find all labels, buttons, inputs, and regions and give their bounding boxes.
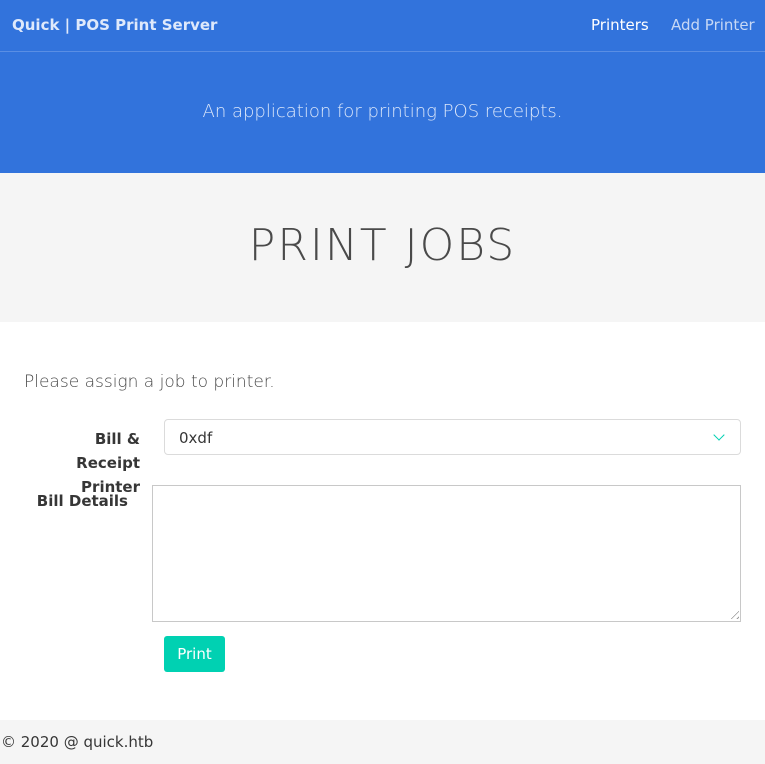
page-title: PRINT JOBS [248,220,517,271]
printer-select-value: 0xdf [179,429,213,447]
top-navbar: Quick | POS Print Server Printers Add Pr… [0,0,765,52]
chevron-down-icon [713,429,725,441]
footer-copyright: © 2020 @ quick.htb [1,733,154,751]
form-intro-text: Please assign a job to printer. [24,372,275,392]
title-band: PRINT JOBS [0,173,765,322]
hero-banner: An application for printing POS receipts… [0,52,765,173]
brand-title[interactable]: Quick | POS Print Server [12,16,217,34]
hero-subtitle: An application for printing POS receipts… [202,101,563,122]
printer-select-label: Bill & Receipt Printer [76,430,140,496]
printer-select[interactable]: 0xdf [164,419,741,455]
nav-printers-link[interactable]: Printers [591,16,649,34]
print-button[interactable]: Print [164,636,225,672]
bill-details-label: Bill Details [36,492,128,510]
nav-add-printer-link[interactable]: Add Printer [671,16,755,34]
footer: © 2020 @ quick.htb [0,720,765,764]
bill-details-textarea[interactable] [152,485,741,622]
